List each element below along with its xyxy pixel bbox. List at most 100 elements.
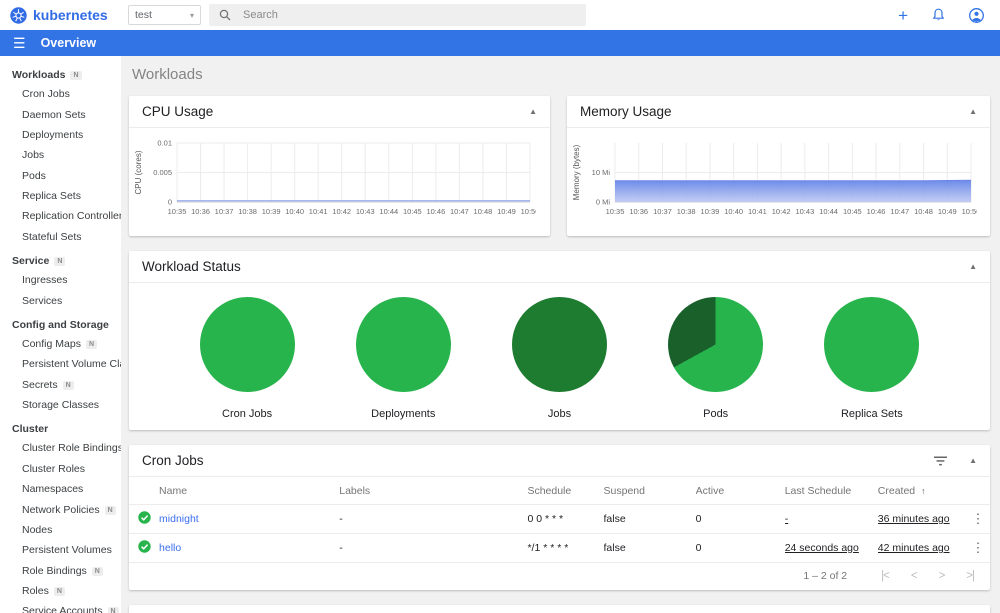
sidebar-item-storage-classes[interactable]: Storage Classes bbox=[0, 395, 121, 415]
sidebar-item-namespaces[interactable]: Namespaces bbox=[0, 479, 121, 499]
count-badge: N bbox=[54, 257, 66, 266]
sidebar-item-deployments[interactable]: Deployments bbox=[0, 125, 121, 145]
sidebar-item-services[interactable]: Services bbox=[0, 290, 121, 310]
svg-text:10:45: 10:45 bbox=[403, 207, 422, 216]
schedule-cell: */1 * * * * bbox=[527, 533, 604, 563]
col-last-schedule[interactable]: Last Schedule bbox=[784, 477, 878, 505]
notifications-bell-icon[interactable] bbox=[932, 8, 945, 22]
svg-text:0.01: 0.01 bbox=[157, 139, 172, 148]
sidebar-item-replication-controllers[interactable]: Replication Controllers bbox=[0, 206, 121, 226]
col-labels[interactable]: Labels bbox=[339, 477, 528, 505]
labels-cell: - bbox=[339, 504, 528, 534]
sidebar-item-pods[interactable]: Pods bbox=[0, 166, 121, 186]
search-icon bbox=[219, 9, 231, 21]
row-menu-kebab-icon[interactable]: ⋮ bbox=[965, 533, 990, 563]
cronjob-name-link[interactable]: hello bbox=[159, 542, 181, 554]
cronjob-name-link[interactable]: midnight bbox=[159, 513, 199, 525]
cron-jobs-pie-chart[interactable] bbox=[199, 297, 295, 392]
sidebar-item-daemon-sets[interactable]: Daemon Sets bbox=[0, 104, 121, 124]
sidebar-item-service-accounts[interactable]: Service Accounts N bbox=[0, 601, 121, 613]
svg-text:10:35: 10:35 bbox=[606, 207, 625, 216]
svg-text:10:50: 10:50 bbox=[521, 207, 536, 216]
jobs-pie-chart[interactable] bbox=[511, 297, 607, 392]
filter-icon[interactable] bbox=[934, 456, 948, 466]
sidebar-item-cron-jobs[interactable]: Cron Jobs bbox=[0, 84, 121, 104]
sidebar-item-secrets[interactable]: Secrets N bbox=[0, 375, 121, 395]
sidebar-item-stateful-sets[interactable]: Stateful Sets bbox=[0, 227, 121, 247]
sidebar-item-persistent-volumes[interactable]: Persistent Volumes bbox=[0, 540, 121, 560]
row-menu-kebab-icon[interactable]: ⋮ bbox=[965, 504, 990, 534]
svg-text:CPU (cores): CPU (cores) bbox=[134, 150, 143, 194]
active-cell: 0 bbox=[695, 533, 785, 563]
svg-text:10:48: 10:48 bbox=[474, 207, 493, 216]
sidebar-item-nodes[interactable]: Nodes bbox=[0, 520, 121, 540]
sidebar-item-config-maps[interactable]: Config Maps N bbox=[0, 334, 121, 354]
next-page-button[interactable]: > bbox=[939, 570, 946, 582]
chevron-up-icon[interactable]: ▲ bbox=[969, 107, 977, 116]
last-schedule-link[interactable]: - bbox=[785, 513, 789, 525]
sidebar-item-role-bindings[interactable]: Role Bindings N bbox=[0, 561, 121, 581]
active-cell: 0 bbox=[695, 504, 785, 534]
svg-text:10:45: 10:45 bbox=[843, 207, 862, 216]
chevron-up-icon[interactable]: ▲ bbox=[529, 107, 537, 116]
hamburger-menu-icon[interactable]: ☰ bbox=[13, 36, 26, 50]
cron-jobs-table: Name Labels Schedule Suspend Active Last… bbox=[129, 477, 990, 563]
app-bar: ☰ Overview bbox=[0, 30, 1000, 56]
sidebar-item-cluster-roles[interactable]: Cluster Roles bbox=[0, 459, 121, 479]
replica-sets-pie-chart[interactable] bbox=[824, 297, 920, 392]
user-account-icon[interactable] bbox=[969, 7, 984, 23]
cpu-usage-card: CPU Usage ▲ 0 0.005 0.01 10:35 10:36 10:37 10:… bbox=[129, 96, 550, 236]
cron-jobs-pagination: 1 – 2 of 2 |< < > >| bbox=[129, 563, 990, 590]
svg-text:Memory (bytes): Memory (bytes) bbox=[572, 144, 581, 200]
sidebar-item-ingresses[interactable]: Ingresses bbox=[0, 270, 121, 290]
check-circle-icon bbox=[137, 511, 151, 524]
memory-card-title: Memory Usage bbox=[580, 104, 672, 119]
pods-pie-chart[interactable] bbox=[668, 297, 764, 392]
workload-status-pies: Cron Jobs Deployments Jobs Pods Replica Sets bbox=[129, 283, 990, 430]
pie-label: Pods bbox=[703, 408, 729, 420]
kubernetes-logo[interactable]: kubernetes bbox=[10, 6, 114, 24]
created-link[interactable]: 42 minutes ago bbox=[878, 542, 950, 554]
pie-label: Cron Jobs bbox=[222, 408, 273, 420]
schedule-cell: 0 0 * * * bbox=[527, 504, 604, 534]
svg-text:10:38: 10:38 bbox=[238, 207, 257, 216]
content-heading: Workloads bbox=[132, 66, 203, 83]
deployments-pie-chart[interactable] bbox=[355, 297, 451, 392]
sidebar-section-service[interactable]: Service N bbox=[0, 247, 121, 270]
svg-text:10:40: 10:40 bbox=[285, 207, 304, 216]
chevron-up-icon[interactable]: ▲ bbox=[969, 262, 977, 271]
col-created[interactable]: Created ↑ bbox=[877, 477, 966, 505]
sidebar-section-config-and-storage[interactable]: Config and Storage bbox=[0, 311, 121, 334]
svg-text:10:49: 10:49 bbox=[497, 207, 516, 216]
last-page-button[interactable]: >| bbox=[966, 570, 975, 582]
col-name[interactable]: Name bbox=[159, 477, 340, 505]
namespace-select[interactable]: test ▾ bbox=[128, 5, 201, 25]
table-row: midnight -0 0 * * * false 0-36 minutes ago ⋮ bbox=[129, 504, 990, 534]
sidebar-section-workloads[interactable]: Workloads N bbox=[0, 61, 121, 84]
search-box[interactable] bbox=[209, 4, 586, 26]
chevron-up-icon[interactable]: ▲ bbox=[969, 456, 977, 465]
workload-pie-deployments: Deployments bbox=[355, 297, 451, 420]
sidebar-nav: Workloads N Cron Jobs Daemon Sets Deployment… bbox=[0, 56, 121, 613]
create-resource-button[interactable]: + bbox=[898, 7, 908, 24]
workload-pie-jobs: Jobs bbox=[511, 297, 607, 420]
sidebar-item-cluster-role-bindings[interactable]: Cluster Role Bindings bbox=[0, 438, 121, 458]
created-link[interactable]: 36 minutes ago bbox=[878, 513, 950, 525]
svg-text:10:48: 10:48 bbox=[914, 207, 933, 216]
sidebar-item-network-policies[interactable]: Network Policies N bbox=[0, 499, 121, 519]
first-page-button[interactable]: |< bbox=[881, 570, 890, 582]
col-active[interactable]: Active bbox=[695, 477, 785, 505]
previous-page-button[interactable]: < bbox=[911, 570, 918, 582]
svg-text:10:38: 10:38 bbox=[677, 207, 696, 216]
sidebar-item-replica-sets[interactable]: Replica Sets bbox=[0, 186, 121, 206]
sidebar-item-persistent-volume-claims[interactable]: Persistent Volume ClaimsN bbox=[0, 354, 121, 374]
workload-status-title: Workload Status bbox=[142, 259, 241, 274]
search-input[interactable] bbox=[241, 8, 541, 22]
sidebar-section-cluster[interactable]: Cluster bbox=[0, 415, 121, 438]
sidebar-item-jobs[interactable]: Jobs bbox=[0, 145, 121, 165]
pagination-range: 1 – 2 of 2 bbox=[803, 570, 848, 582]
sidebar-item-roles[interactable]: Roles N bbox=[0, 581, 121, 601]
col-suspend[interactable]: Suspend bbox=[603, 477, 696, 505]
last-schedule-link[interactable]: 24 seconds ago bbox=[785, 542, 859, 554]
col-schedule[interactable]: Schedule bbox=[527, 477, 604, 505]
